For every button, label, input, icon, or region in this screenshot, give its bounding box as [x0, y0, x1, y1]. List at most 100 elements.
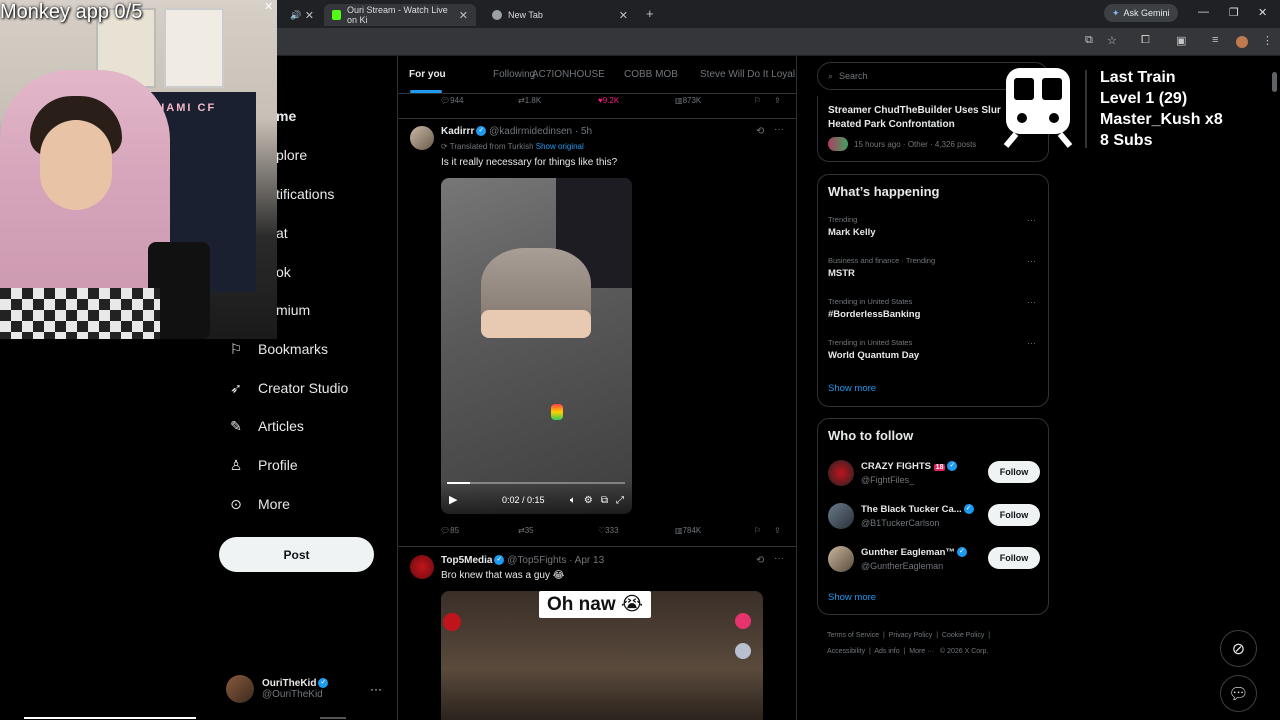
new-tab-button[interactable]: +	[646, 6, 654, 21]
trend-more-icon[interactable]: ···	[1027, 215, 1036, 225]
post-button[interactable]: Post	[219, 537, 374, 572]
show-original-link[interactable]: Show original	[536, 142, 584, 151]
pip-icon[interactable]: ⧉	[601, 495, 608, 506]
footer-link[interactable]: Accessibility	[827, 648, 865, 655]
tab-following[interactable]: Following	[493, 69, 535, 80]
trend-title: World Quantum Day	[828, 350, 920, 361]
tab-new-tab[interactable]: New Tab ✕	[484, 4, 636, 26]
show-more-link[interactable]: Show more	[828, 383, 876, 394]
news-title: Streamer ChudTheBuilder Uses Slur	[828, 105, 1001, 116]
tab-steve-will-do-it[interactable]: Steve Will Do It Loyal	[700, 69, 795, 80]
views-button[interactable]: ▥ 784K	[675, 526, 701, 535]
train-level: Level 1 (29)	[1100, 90, 1188, 107]
stream-progress-line	[24, 717, 196, 719]
article-icon: ✎	[230, 417, 242, 434]
tab-ac7ionhouse[interactable]: AC7IONHOUSE	[532, 69, 605, 80]
share-icon[interactable]: ⇪	[774, 96, 781, 105]
grok-icon[interactable]: ⟲	[756, 555, 764, 566]
close-window-icon[interactable]: ✕	[1258, 6, 1267, 19]
scrollbar[interactable]	[1272, 72, 1277, 92]
bookmark-icon[interactable]: ⚐	[754, 526, 761, 535]
volume-icon[interactable]: 🔈︎	[570, 495, 576, 506]
nav-explore-partial[interactable]: plore	[276, 147, 307, 163]
close-icon[interactable]: ✕	[305, 9, 314, 22]
author-name[interactable]: Kadirrr	[441, 126, 474, 137]
close-icon[interactable]: ✕	[459, 9, 468, 22]
follow-suggestion[interactable]: CRAZY FIGHTS 18 ✓ @FightFiles_ Follow	[828, 458, 1040, 492]
kebab-menu-icon[interactable]: ⋮	[1262, 34, 1273, 47]
trend-more-icon[interactable]: ···	[1027, 297, 1036, 307]
footer-link[interactable]: Cookie Policy	[942, 632, 984, 639]
footer-link[interactable]: Ads info	[874, 648, 899, 655]
views-button[interactable]: ▥ 873K	[675, 96, 701, 105]
author-name[interactable]: Top5Media	[441, 555, 492, 566]
follow-button[interactable]: Follow	[988, 504, 1040, 526]
reply-button[interactable]: 💬︎ 944	[440, 96, 464, 105]
trend-more-icon[interactable]: ···	[1027, 256, 1036, 266]
repost-button[interactable]: ⇄ 35	[518, 526, 534, 535]
footer-link[interactable]: More ···	[909, 648, 934, 655]
avatar	[828, 503, 854, 529]
footer-link[interactable]: Privacy Policy	[889, 632, 933, 639]
trend-item[interactable]: Trending in United States #BorderlessBank…	[828, 297, 920, 320]
follow-suggestion[interactable]: Gunther Eagleman™ ✓ @GuntherEagleman Foll…	[828, 544, 1040, 578]
account-more-icon[interactable]: ···	[370, 682, 382, 696]
nav-more[interactable]: ⊙ More	[228, 491, 290, 517]
trend-more-icon[interactable]: ···	[1027, 338, 1036, 348]
repost-button[interactable]: ⇄ 1.8K	[518, 96, 541, 105]
nav-bookmarks[interactable]: ⚐ Bookmarks	[228, 336, 328, 362]
avatar[interactable]	[410, 126, 434, 150]
star-icon[interactable]: ☆	[1107, 34, 1117, 47]
settings-icon[interactable]: ⚙	[584, 495, 593, 506]
ask-gemini-button[interactable]: ✦ Ask Gemini	[1104, 4, 1178, 22]
nav-home-partial[interactable]: me	[276, 108, 296, 124]
tweet-more-icon[interactable]: ···	[774, 553, 784, 564]
grok-icon[interactable]: ⟲	[756, 126, 764, 137]
tweet-video[interactable]: ▶ 0:02 / 0:15 🔈︎ ⚙ ⧉ ⤢	[441, 178, 632, 514]
footer-link[interactable]: Terms of Service	[827, 632, 879, 639]
avatar[interactable]	[410, 555, 434, 579]
minimize-icon[interactable]: —	[1198, 6, 1209, 18]
trend-item[interactable]: Trending in United States World Quantum D…	[828, 338, 919, 361]
show-more-link[interactable]: Show more	[828, 592, 876, 603]
tab-kick-stream[interactable]: Ouri Stream - Watch Live on Ki ✕	[324, 4, 476, 26]
trend-item[interactable]: Trending Mark Kelly	[828, 215, 876, 238]
close-icon[interactable]: ✕	[619, 9, 628, 22]
screenshot-icon[interactable]: ⧉	[1085, 34, 1093, 47]
bookmark-icon[interactable]: ⚐	[754, 96, 761, 105]
grok-slash-icon[interactable]: ⊘	[1220, 630, 1257, 667]
follow-button[interactable]: Follow	[988, 547, 1040, 569]
profile-avatar-icon[interactable]	[1236, 36, 1248, 48]
divider	[398, 546, 796, 547]
nav-premium-partial[interactable]: mium	[276, 302, 310, 318]
play-icon[interactable]: ▶	[449, 493, 457, 506]
account-switcher[interactable]: OuriTheKid ✓ @OuriTheKid	[226, 675, 329, 703]
nav-grok-partial[interactable]: ok	[276, 264, 291, 280]
tweet-video[interactable]: Oh naw 😭	[441, 591, 763, 720]
reply-button[interactable]: 💬︎ 85	[440, 526, 459, 535]
follow-button[interactable]: Follow	[988, 461, 1040, 483]
trend-item[interactable]: Business and finance · Trending MSTR	[828, 256, 935, 279]
restore-icon[interactable]: ❐	[1229, 6, 1239, 19]
nav-chat-partial[interactable]: at	[276, 225, 288, 241]
like-button[interactable]: ♡ 333	[598, 526, 619, 535]
tweet-more-icon[interactable]: ···	[774, 124, 784, 135]
extensions-icon[interactable]: ⧠	[1141, 34, 1150, 47]
reading-list-icon[interactable]: ≡	[1212, 34, 1218, 46]
follow-suggestion[interactable]: The Black Tucker Ca... ✓ @B1TuckerCarlson…	[828, 501, 1040, 535]
messages-icon[interactable]: 💬︎	[1220, 675, 1257, 712]
sidepanel-icon[interactable]: ▣	[1176, 34, 1186, 47]
video-progress-bar[interactable]	[447, 482, 625, 484]
suggestion-name-row: Gunther Eagleman™ ✓	[861, 547, 967, 558]
tab-audio[interactable]: 🔊 ✕	[282, 4, 322, 26]
nav-profile[interactable]: ♙ Profile	[228, 452, 298, 478]
tab-cobb-mob[interactable]: COBB MOB	[624, 69, 678, 80]
like-button[interactable]: ♥ 9.2K	[598, 96, 619, 105]
nav-articles[interactable]: ✎ Articles	[228, 413, 304, 439]
tab-for-you[interactable]: For you	[409, 69, 446, 80]
nav-creator-studio[interactable]: ➶ Creator Studio	[228, 375, 348, 401]
nav-notifications-partial[interactable]: tifications	[276, 186, 334, 202]
fullscreen-icon[interactable]: ⤢	[616, 495, 624, 506]
share-icon[interactable]: ⇪	[774, 526, 781, 535]
news-headline: Streamer ChudTheBuilder Uses Slur Heated…	[828, 104, 1001, 132]
